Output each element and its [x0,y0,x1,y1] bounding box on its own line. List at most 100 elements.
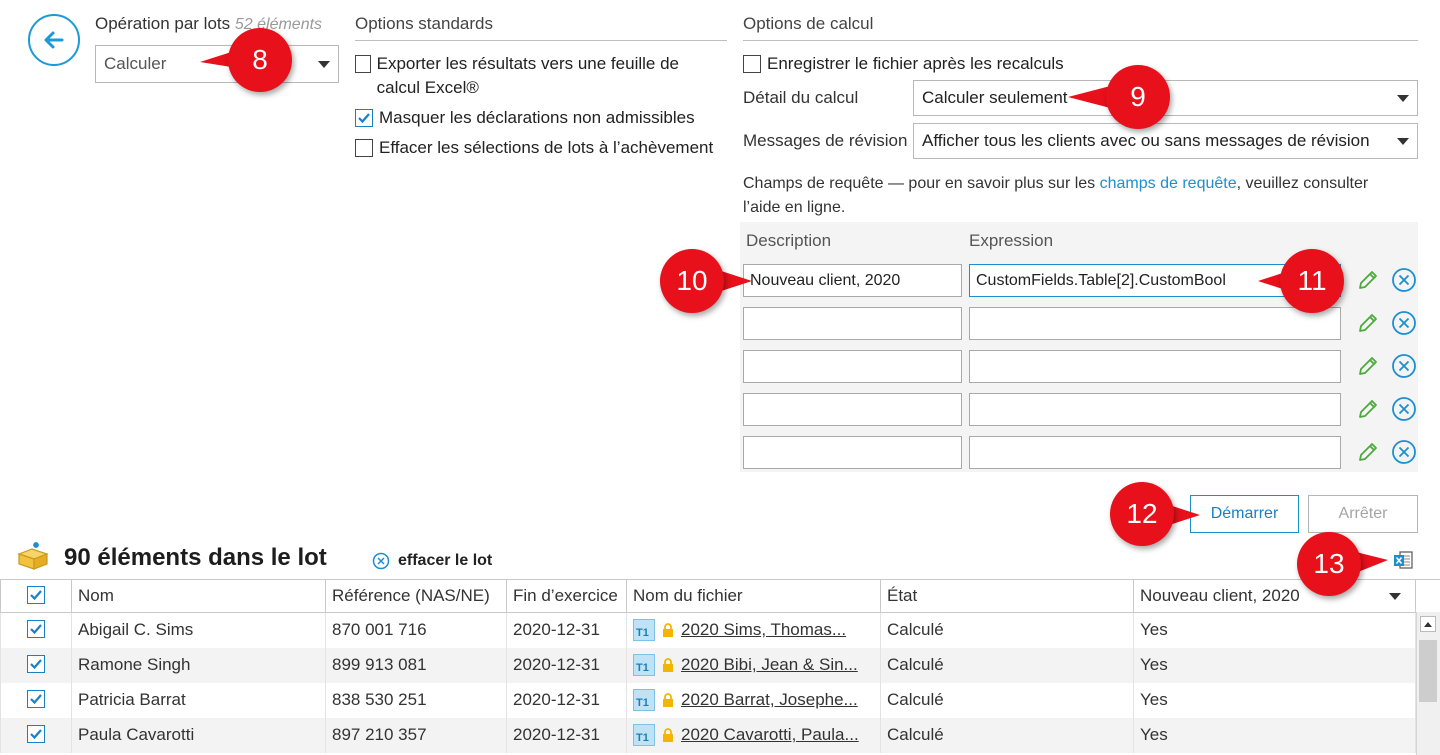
stop-button[interactable]: Arrêter [1308,495,1418,533]
callout-12: 12 [1110,482,1174,546]
edit-query-button[interactable] [1355,353,1381,379]
file-link[interactable]: 2020 Bibi, Jean & Sin... [681,655,858,675]
cell-name: Patricia Barrat [71,682,326,718]
table-row[interactable]: Abigail C. Sims 870 001 716 2020-12-31 T… [0,612,1440,648]
row-checkbox[interactable] [27,724,45,743]
pencil-icon [1359,443,1377,461]
t1-file-icon: T1 [633,724,655,746]
row-checkbox[interactable] [27,619,45,638]
hide-ineligible-label: Masquer les déclarations non admissibles [379,108,695,127]
cell-year-end: 2020-12-31 [506,682,627,718]
select-all-checkbox[interactable] [27,585,45,604]
row-select-cell[interactable] [0,647,72,683]
remove-circle-icon [372,552,390,570]
query-description-input[interactable] [743,393,962,426]
check-icon [30,589,42,600]
file-link[interactable]: 2020 Cavarotti, Paula... [681,725,859,745]
lock-icon [663,623,673,638]
column-header-file-name[interactable]: Nom du fichier [626,579,881,613]
cell-reference: 897 210 357 [325,717,507,753]
cell-reference: 870 001 716 [325,612,507,648]
select-all-cell[interactable] [0,579,72,613]
query-description-input[interactable] [743,436,962,469]
check-icon [30,624,42,634]
row-select-cell[interactable] [0,612,72,648]
chevron-down-icon[interactable] [1389,592,1401,600]
edit-query-button[interactable] [1355,310,1381,336]
callout-9: 9 [1106,65,1170,129]
row-select-cell[interactable] [0,717,72,753]
query-expression-input[interactable] [969,436,1341,469]
cell-new-client: Yes [1133,682,1416,718]
t1-file-icon: T1 [633,619,655,642]
cell-status: Calculé [880,717,1134,753]
standard-options-divider [355,40,727,41]
column-header-reference[interactable]: Référence (NAS/NE) [325,579,507,613]
start-button[interactable]: Démarrer [1190,495,1299,533]
hide-ineligible-checkbox[interactable] [355,109,373,127]
remove-circle-icon [1392,440,1416,464]
query-expression-input[interactable] [969,350,1341,383]
table-row[interactable]: Ramone Singh 899 913 081 2020-12-31 T1 20… [0,647,1440,683]
clear-selection-option[interactable]: Effacer les sélections de lots à l’achèv… [355,136,730,160]
lock-icon [663,693,673,707]
export-excel-option[interactable]: Exporter les résultats vers une feuille … [355,52,725,100]
callout-8: 8 [228,28,292,92]
edit-query-button[interactable] [1355,396,1381,422]
chevron-down-icon [318,60,330,68]
column-header-name[interactable]: Nom [71,579,326,613]
table-row[interactable]: Paula Cavarotti 897 210 357 2020-12-31 T… [0,717,1440,753]
cell-reference: 838 530 251 [325,682,507,718]
new-client-header-label: Nouveau client, 2020 [1140,586,1300,605]
remove-query-button[interactable] [1391,439,1417,465]
scroll-thumb[interactable] [1419,640,1437,702]
table-row[interactable]: Patricia Barrat 838 530 251 2020-12-31 T… [0,682,1440,718]
remove-query-button[interactable] [1391,267,1417,293]
scroll-up-button[interactable] [1420,616,1436,632]
export-excel-icon [1394,551,1413,569]
back-button[interactable] [28,14,80,66]
query-expression-input[interactable] [969,307,1341,340]
file-link[interactable]: 2020 Sims, Thomas... [681,620,846,640]
review-messages-select[interactable]: Afficher tous les clients avec ou sans m… [913,123,1418,159]
query-expression-input[interactable] [969,393,1341,426]
help-prefix: Champs de requête — pour en savoir plus … [743,175,1100,192]
cell-year-end: 2020-12-31 [506,647,627,683]
remove-query-button[interactable] [1391,310,1417,336]
column-header-status[interactable]: État [880,579,1134,613]
remove-query-button[interactable] [1391,396,1417,422]
remove-circle-icon [1392,397,1416,421]
hide-ineligible-option[interactable]: Masquer les déclarations non admissibles [355,106,725,130]
column-header-year-end[interactable]: Fin d’exercice [506,579,627,613]
query-description-input[interactable] [743,307,962,340]
callout-13: 13 [1297,532,1361,596]
row-checkbox[interactable] [27,654,45,673]
remove-circle-icon [1392,354,1416,378]
edit-query-button[interactable] [1355,439,1381,465]
cell-name: Ramone Singh [71,647,326,683]
clear-lot-label: effacer le lot [398,552,493,569]
cell-file-name: T1 2020 Cavarotti, Paula... [626,717,881,753]
cell-file-name: T1 2020 Sims, Thomas... [626,612,881,648]
remove-query-button[interactable] [1391,353,1417,379]
save-after-checkbox[interactable] [743,55,761,73]
file-link[interactable]: 2020 Barrat, Josephe... [681,690,858,710]
export-excel-button[interactable] [1390,547,1416,573]
row-select-cell[interactable] [0,682,72,718]
clear-lot-link[interactable]: effacer le lot [372,552,492,570]
row-checkbox[interactable] [27,689,45,708]
edit-query-button[interactable] [1355,267,1381,293]
cell-new-client: Yes [1133,612,1416,648]
query-description-input[interactable] [743,350,962,383]
clear-selection-checkbox[interactable] [355,139,373,157]
cell-name: Paula Cavarotti [71,717,326,753]
t1-file-icon: T1 [633,654,655,676]
export-excel-checkbox[interactable] [355,55,371,73]
query-fields-link[interactable]: champs de requête [1100,175,1237,192]
check-icon [358,113,370,124]
cell-year-end: 2020-12-31 [506,612,627,648]
save-after-option[interactable]: Enregistrer le fichier après les recalcu… [743,52,1064,76]
description-column-header: Description [746,231,832,250]
query-description-input[interactable] [743,264,962,297]
column-header-new-client[interactable]: Nouveau client, 2020 [1133,579,1416,613]
